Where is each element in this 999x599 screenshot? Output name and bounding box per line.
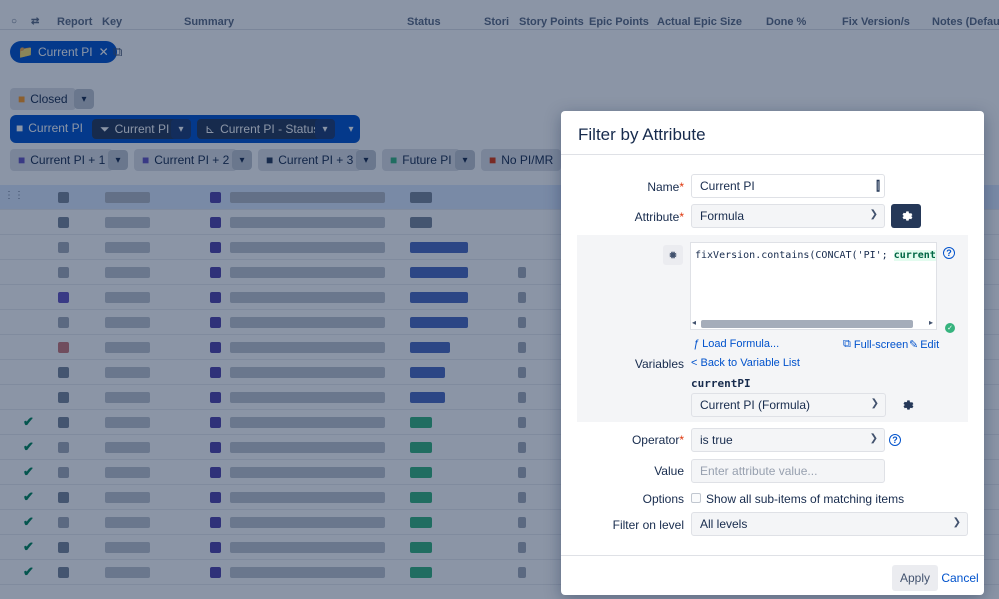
load-formula-label: Load Formula... [702,338,780,350]
divider [561,154,984,155]
chevron-down-icon: ❯ [952,517,961,528]
edit-label: Edit [920,338,940,351]
apply-button[interactable]: Apply [892,565,938,591]
cancel-button[interactable]: Cancel [941,565,979,591]
gear-icon [902,211,913,221]
name-input-value: Current PI [700,179,755,193]
show-sub-items-checkbox[interactable] [691,493,701,503]
filter-on-level-label: Filter on level [612,518,684,532]
expand-icon: ⧉ [843,338,851,350]
chevron-down-icon: ❯ [869,433,878,444]
edit-link[interactable]: ✎ Edit [909,338,940,352]
formula-text: fixVersion.contains(CONCAT('PI'; [695,250,894,261]
help-icon[interactable]: ? [889,434,901,446]
filter-by-attribute-dialog: Filter by Attribute Name* Current PI ⫿ A… [561,111,984,595]
operator-select-value: is true [700,433,733,447]
value-input-placeholder: Enter attribute value... [700,464,818,478]
formula-code-editor[interactable]: fixVersion.contains(CONCAT('PI'; current… [690,242,937,330]
scrollbar-thumb[interactable] [701,320,913,328]
variable-select-value: Current PI (Formula) [700,398,811,412]
field-icon[interactable]: ⫿ [876,179,880,194]
full-screen-label: Full-screen [853,338,909,351]
filter-level-select-value: All levels [700,517,748,531]
value-input[interactable]: Enter attribute value... [691,459,885,483]
formula-editor-panel: ✹ fixVersion.contains(CONCAT('PI'; curre… [577,235,968,422]
gear-icon[interactable] [900,398,914,412]
formula-variable: currentPI [893,250,936,261]
scroll-left-icon[interactable]: ◂ [692,318,696,327]
scroll-right-icon[interactable]: ▸ [929,318,933,327]
variable-select[interactable]: Current PI (Formula) ❯ [691,393,886,417]
variables-label: Variables [634,357,684,371]
pencil-icon: ✎ [909,339,919,351]
full-screen-link[interactable]: ⧉ Full-screen [843,338,908,351]
show-sub-items-label[interactable]: Show all sub-items of matching items [706,492,904,506]
function-icon: ƒ [693,338,700,350]
attribute-label: Attribute* [634,210,684,224]
chevron-down-icon: ❯ [870,398,879,409]
valid-check-icon: ✓ [945,323,955,333]
help-icon[interactable]: ? [943,247,955,259]
filter-level-select[interactable]: All levels ❯ [691,512,968,536]
operator-label: Operator* [631,433,684,447]
dialog-title: Filter by Attribute [578,125,706,144]
attribute-select-value: Formula [700,209,745,223]
attribute-settings-button[interactable] [891,204,921,228]
chevron-down-icon: ❯ [869,209,878,220]
divider [561,555,984,556]
name-label: Name* [647,180,684,194]
horizontal-scrollbar[interactable]: ◂ ▸ [691,318,936,329]
bug-icon[interactable]: ✹ [663,245,683,265]
operator-select[interactable]: is true ❯ [691,428,885,452]
value-label: Value [654,464,684,478]
back-to-variable-list-link[interactable]: < Back to Variable List [691,357,800,369]
load-formula-link[interactable]: ƒ Load Formula... [693,338,779,350]
name-input[interactable]: Current PI ⫿ [691,174,885,198]
attribute-select[interactable]: Formula ❯ [691,204,885,228]
variable-name: currentPI [691,377,751,390]
options-label: Options [642,492,684,506]
